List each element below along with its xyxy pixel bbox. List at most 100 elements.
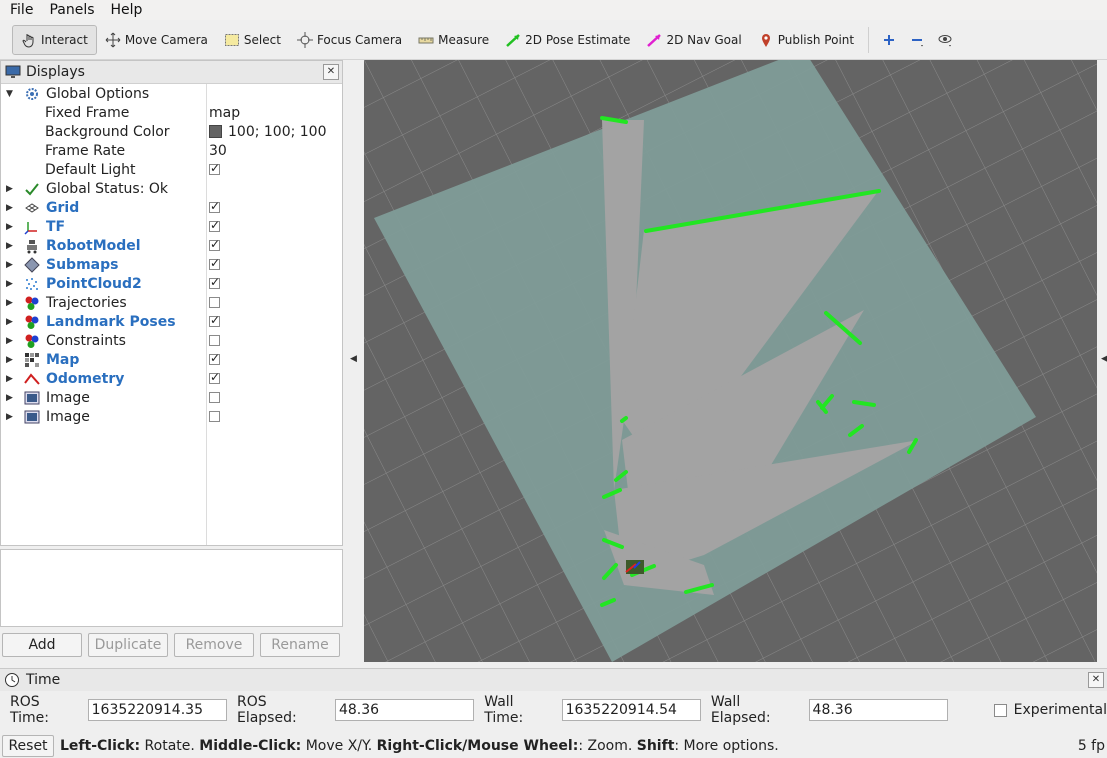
expand-right-icon[interactable]: ▶ bbox=[6, 241, 13, 251]
menu-help[interactable]: Help bbox=[101, 2, 149, 18]
frame-rate-value[interactable]: 30 bbox=[209, 143, 227, 159]
hint-left-click: Left-Click: bbox=[60, 737, 141, 754]
ros-elapsed-field[interactable]: 48.36 bbox=[334, 699, 475, 721]
menu-panels[interactable]: Panels bbox=[39, 2, 100, 18]
expand-right-icon[interactable]: ▶ bbox=[6, 260, 13, 270]
robotmodel-checkbox[interactable] bbox=[209, 237, 220, 251]
pointcloud2-checkbox[interactable] bbox=[209, 275, 220, 289]
plus-icon bbox=[881, 32, 897, 48]
pose-estimate-label: 2D Pose Estimate bbox=[525, 33, 631, 47]
tree-row-image-1[interactable]: ▶ Image bbox=[1, 388, 342, 407]
duplicate-button[interactable]: Duplicate bbox=[88, 633, 168, 657]
tree-row-background-color[interactable]: Background Color 100; 100; 100 bbox=[1, 122, 342, 141]
tree-row-trajectories[interactable]: ▶ Trajectories bbox=[1, 293, 342, 312]
tree-row-constraints[interactable]: ▶ Constraints bbox=[1, 331, 342, 350]
trajectories-checkbox[interactable] bbox=[209, 297, 220, 308]
move-arrows-icon bbox=[105, 32, 121, 48]
default-light-label: Default Light bbox=[45, 161, 136, 178]
move-camera-tool-button[interactable]: Move Camera bbox=[97, 25, 216, 55]
expand-right-icon[interactable]: ▶ bbox=[6, 317, 13, 327]
tree-row-global-options[interactable]: ▼ Global Options bbox=[1, 84, 342, 103]
expand-right-icon[interactable]: ▶ bbox=[6, 412, 13, 422]
map-checkbox[interactable] bbox=[209, 351, 220, 365]
tree-row-pointcloud2[interactable]: ▶ PointCloud2 bbox=[1, 274, 342, 293]
tree-row-fixed-frame[interactable]: Fixed Frame map bbox=[1, 103, 342, 122]
color-swatch bbox=[209, 125, 222, 138]
view-options-button[interactable] bbox=[931, 25, 959, 55]
publish-point-tool-button[interactable]: Publish Point bbox=[750, 25, 862, 55]
landmark-poses-label: Landmark Poses bbox=[46, 313, 176, 330]
expand-right-icon[interactable]: ▶ bbox=[6, 336, 13, 346]
tf-axes-icon bbox=[24, 219, 40, 235]
tree-row-grid[interactable]: ▶ Grid bbox=[1, 198, 342, 217]
trajectories-label: Trajectories bbox=[46, 294, 127, 311]
time-close-button[interactable]: ✕ bbox=[1088, 672, 1104, 688]
tree-row-default-light[interactable]: Default Light bbox=[1, 160, 342, 179]
time-fields: ROS Time: 1635220914.35 ROS Elapsed: 48.… bbox=[0, 694, 1107, 726]
focus-camera-tool-button[interactable]: Focus Camera bbox=[289, 25, 410, 55]
expand-right-icon[interactable]: ▶ bbox=[6, 374, 13, 384]
grid-icon bbox=[24, 200, 40, 216]
measure-tool-button[interactable]: Measure bbox=[410, 25, 497, 55]
tree-row-submaps[interactable]: ▶ Submaps bbox=[1, 255, 342, 274]
image-2-checkbox[interactable] bbox=[209, 411, 220, 422]
constraints-checkbox[interactable] bbox=[209, 335, 220, 346]
odometry-checkbox[interactable] bbox=[209, 370, 220, 384]
3d-viewport[interactable] bbox=[364, 60, 1097, 662]
ros-time-field[interactable]: 1635220914.35 bbox=[87, 699, 227, 721]
nav-goal-tool-button[interactable]: 2D Nav Goal bbox=[638, 25, 749, 55]
expand-right-icon[interactable]: ▶ bbox=[6, 279, 13, 289]
collapse-left-icon[interactable]: ◀ bbox=[350, 354, 357, 364]
displays-panel: Displays ✕ ▼ Global Options Fixed Frame … bbox=[0, 60, 343, 546]
status-hint: Left-Click: Rotate. Middle-Click: Move X… bbox=[60, 738, 779, 754]
wall-time-label: Wall Time: bbox=[484, 694, 524, 726]
reset-button[interactable]: Reset bbox=[2, 734, 54, 757]
expand-down-icon[interactable]: ▼ bbox=[6, 89, 13, 99]
displays-header: Displays ✕ bbox=[1, 61, 342, 84]
interact-tool-button[interactable]: Interact bbox=[12, 25, 97, 55]
ros-time-label: ROS Time: bbox=[10, 694, 49, 726]
tree-row-global-status[interactable]: ▶ Global Status: Ok bbox=[1, 179, 342, 198]
time-title: Time bbox=[26, 672, 61, 688]
time-panel-header: Time ✕ bbox=[0, 668, 1107, 691]
expand-right-icon[interactable]: ▶ bbox=[6, 222, 13, 232]
landmark-poses-checkbox[interactable] bbox=[209, 313, 220, 327]
add-tool-button[interactable] bbox=[875, 25, 903, 55]
add-button[interactable]: Add bbox=[2, 633, 82, 657]
fixed-frame-value[interactable]: map bbox=[209, 105, 240, 121]
tree-row-frame-rate[interactable]: Frame Rate 30 bbox=[1, 141, 342, 160]
expand-right-icon[interactable]: ▶ bbox=[6, 393, 13, 403]
color-balls-icon bbox=[24, 295, 40, 311]
submaps-checkbox[interactable] bbox=[209, 256, 220, 270]
background-color-value[interactable]: 100; 100; 100 bbox=[209, 124, 327, 140]
expand-right-icon[interactable]: ▶ bbox=[6, 184, 13, 194]
tf-checkbox[interactable] bbox=[209, 218, 220, 232]
measure-label: Measure bbox=[438, 33, 490, 47]
tree-row-odometry[interactable]: ▶ Odometry bbox=[1, 369, 342, 388]
default-light-checkbox[interactable] bbox=[209, 161, 220, 175]
image-1-checkbox[interactable] bbox=[209, 392, 220, 403]
rename-button[interactable]: Rename bbox=[260, 633, 340, 657]
displays-close-button[interactable]: ✕ bbox=[323, 64, 339, 80]
collapse-right-icon[interactable]: ◀ bbox=[1101, 354, 1107, 364]
tree-row-landmark-poses[interactable]: ▶ Landmark Poses bbox=[1, 312, 342, 331]
expand-right-icon[interactable]: ▶ bbox=[6, 298, 13, 308]
menu-file[interactable]: File bbox=[0, 2, 39, 18]
select-tool-button[interactable]: Select bbox=[216, 25, 289, 55]
wall-time-field[interactable]: 1635220914.54 bbox=[561, 699, 701, 721]
tree-row-map[interactable]: ▶ Map bbox=[1, 350, 342, 369]
experimental-checkbox[interactable] bbox=[993, 703, 1007, 717]
grid-checkbox[interactable] bbox=[209, 199, 220, 213]
remove-button[interactable]: Remove bbox=[174, 633, 254, 657]
tree-row-tf[interactable]: ▶ TF bbox=[1, 217, 342, 236]
map-label: Map bbox=[46, 351, 80, 368]
global-status-label: Global Status: Ok bbox=[46, 180, 169, 197]
expand-right-icon[interactable]: ▶ bbox=[6, 203, 13, 213]
pose-estimate-tool-button[interactable]: 2D Pose Estimate bbox=[497, 25, 638, 55]
tree-row-image-2[interactable]: ▶ Image bbox=[1, 407, 342, 426]
status-bar: Reset Left-Click: Rotate. Middle-Click: … bbox=[0, 733, 1107, 758]
wall-elapsed-field[interactable]: 48.36 bbox=[808, 699, 948, 721]
tree-row-robotmodel[interactable]: ▶ RobotModel bbox=[1, 236, 342, 255]
expand-right-icon[interactable]: ▶ bbox=[6, 355, 13, 365]
remove-tool-button[interactable] bbox=[903, 25, 931, 55]
